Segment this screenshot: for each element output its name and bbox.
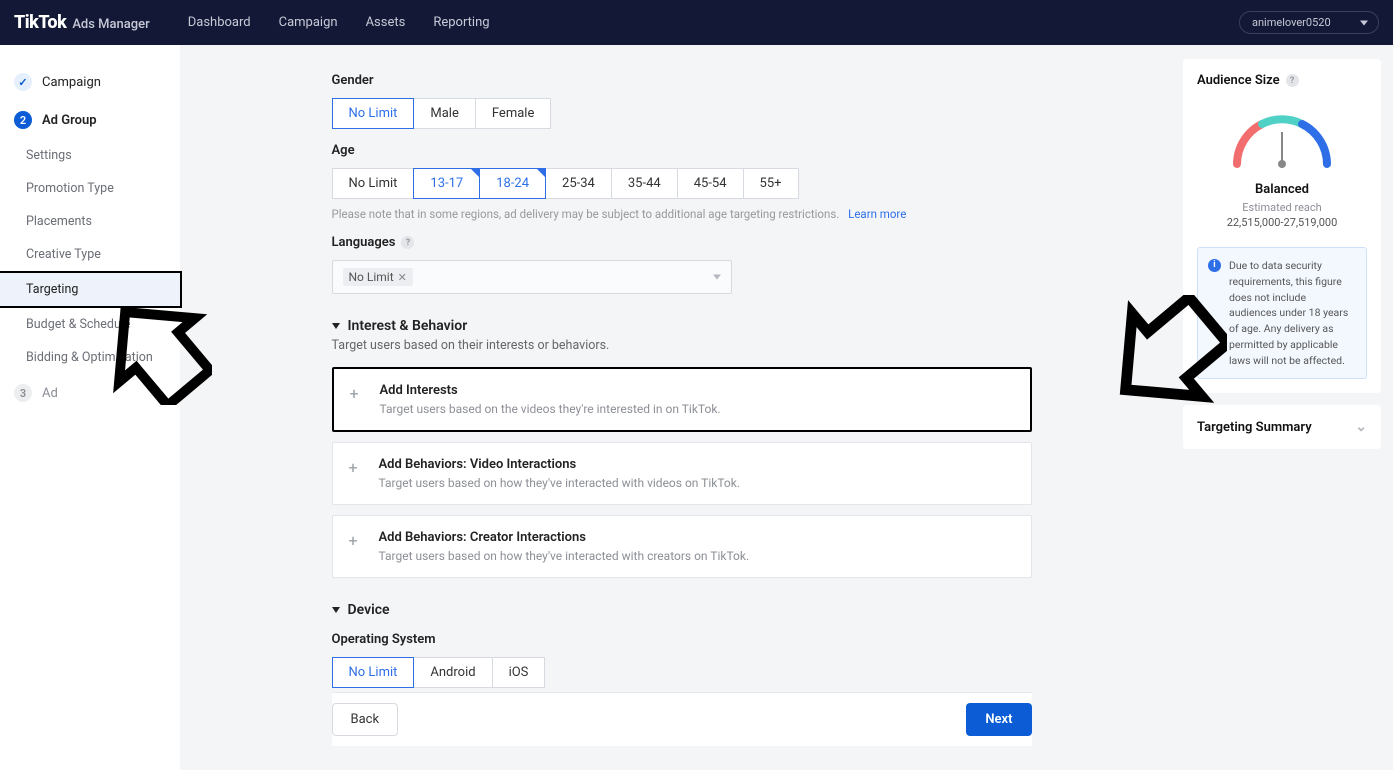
info-icon: i — [1208, 259, 1221, 272]
os-group: No Limit Android iOS — [332, 657, 1032, 688]
age-13-17[interactable]: 13-17 — [413, 168, 480, 199]
sidebar-step-adgroup[interactable]: 2 Ad Group — [0, 101, 180, 139]
age-hint: Please note that in some regions, ad del… — [332, 207, 1032, 221]
sidebar-step-ad[interactable]: 3 Ad — [0, 374, 180, 412]
card-title: Add Interests — [380, 383, 721, 398]
age-45-54[interactable]: 45-54 — [677, 168, 744, 199]
step-number-icon: 3 — [14, 384, 32, 402]
card-desc: Target users based on how they've intera… — [379, 549, 750, 563]
brand-sub: Ads Manager — [72, 17, 149, 32]
targeting-summary-panel[interactable]: Targeting Summary ⌄ — [1183, 405, 1381, 449]
remove-chip-icon[interactable]: ✕ — [398, 271, 407, 284]
audience-info-text: Due to data security requirements, this … — [1229, 258, 1356, 368]
nav-dashboard[interactable]: Dashboard — [188, 15, 251, 30]
languages-label: Languages ? — [332, 235, 1032, 250]
chevron-down-icon: ⌄ — [1355, 419, 1367, 435]
plus-icon: + — [350, 387, 364, 401]
reach-value: 22,515,000-27,519,000 — [1227, 216, 1338, 229]
account-dropdown[interactable]: animelover0520 — [1239, 11, 1379, 34]
step-number-icon: 2 — [14, 111, 32, 129]
os-label: Operating System — [332, 632, 1032, 647]
gender-label: Gender — [332, 73, 1032, 88]
age-label: Age — [332, 143, 1032, 158]
interest-title: Interest & Behavior — [348, 318, 468, 334]
plus-icon: + — [349, 461, 363, 475]
age-hint-text: Please note that in some regions, ad del… — [332, 207, 840, 221]
help-icon[interactable]: ? — [1286, 74, 1299, 87]
age-35-44[interactable]: 35-44 — [611, 168, 678, 199]
os-ios[interactable]: iOS — [492, 657, 546, 688]
sidebar-sub-budget[interactable]: Budget & Schedule — [0, 308, 180, 341]
sidebar-ad-label: Ad — [42, 386, 58, 401]
age-nolimit[interactable]: No Limit — [332, 168, 415, 199]
interest-behavior-toggle[interactable]: Interest & Behavior — [332, 318, 1032, 334]
nav-reporting[interactable]: Reporting — [433, 15, 489, 30]
top-bar: TikTok Ads Manager Dashboard Campaign As… — [0, 0, 1393, 45]
audience-title: Audience Size ? — [1197, 73, 1367, 88]
top-nav: Dashboard Campaign Assets Reporting — [188, 15, 490, 30]
nav-campaign[interactable]: Campaign — [279, 15, 338, 30]
sidebar-sub-creative[interactable]: Creative Type — [0, 238, 180, 271]
account-name: animelover0520 — [1252, 16, 1331, 29]
form-area: Gender No Limit Male Female Age No Limit… — [332, 45, 1032, 770]
age-learn-more-link[interactable]: Learn more — [848, 207, 906, 221]
age-group: No Limit 13-17 18-24 25-34 35-44 45-54 5… — [332, 168, 1032, 199]
sidebar-sub-settings[interactable]: Settings — [0, 139, 180, 172]
interest-sub: Target users based on their interests or… — [332, 338, 1032, 353]
help-icon[interactable]: ? — [401, 236, 414, 249]
device-title: Device — [348, 602, 390, 618]
audience-size-panel: Audience Size ? Balanced Estimated reach… — [1183, 59, 1381, 393]
sidebar-sub-promotion[interactable]: Promotion Type — [0, 172, 180, 205]
sidebar-step-campaign[interactable]: ✓ Campaign — [0, 63, 180, 101]
reach-label: Estimated reach — [1242, 201, 1321, 214]
gender-female[interactable]: Female — [475, 98, 551, 129]
sidebar-campaign-label: Campaign — [42, 75, 101, 90]
sidebar-sub-placements[interactable]: Placements — [0, 205, 180, 238]
device-toggle[interactable]: Device — [332, 602, 1032, 618]
card-desc: Target users based on how they've intera… — [379, 476, 741, 490]
chevron-down-icon — [713, 275, 721, 280]
summary-title: Targeting Summary — [1197, 420, 1312, 435]
gauge-status: Balanced — [1255, 182, 1309, 197]
card-title: Add Behaviors: Video Interactions — [379, 457, 741, 472]
nav-assets[interactable]: Assets — [366, 15, 406, 30]
brand-logo: TikTok — [14, 12, 66, 33]
os-nolimit[interactable]: No Limit — [332, 657, 415, 688]
add-interests-card[interactable]: + Add Interests Target users based on th… — [332, 367, 1032, 432]
gauge-icon — [1222, 104, 1342, 174]
audience-info-box: i Due to data security requirements, thi… — [1197, 247, 1367, 379]
back-button[interactable]: Back — [332, 703, 399, 736]
add-creator-behaviors-card[interactable]: + Add Behaviors: Creator Interactions Ta… — [332, 515, 1032, 578]
gender-male[interactable]: Male — [413, 98, 475, 129]
sidebar-sub-bidding[interactable]: Bidding & Optimization — [0, 341, 180, 374]
plus-icon: + — [349, 534, 363, 548]
age-55plus[interactable]: 55+ — [743, 168, 799, 199]
footer-bar: Back Next — [332, 692, 1032, 746]
brand: TikTok Ads Manager — [14, 12, 150, 33]
languages-chip: No Limit ✕ — [343, 268, 413, 286]
card-desc: Target users based on the videos they're… — [380, 402, 721, 416]
age-18-24[interactable]: 18-24 — [479, 168, 546, 199]
os-android[interactable]: Android — [413, 657, 492, 688]
caret-down-icon — [332, 607, 340, 613]
sidebar-sub-targeting[interactable]: Targeting — [0, 271, 182, 308]
languages-select[interactable]: No Limit ✕ — [332, 260, 732, 294]
caret-down-icon — [332, 323, 340, 329]
sidebar-adgroup-label: Ad Group — [42, 113, 97, 128]
age-25-34[interactable]: 25-34 — [545, 168, 612, 199]
gender-nolimit[interactable]: No Limit — [332, 98, 415, 129]
next-button[interactable]: Next — [966, 703, 1031, 736]
right-panel: Audience Size ? Balanced Estimated reach… — [1183, 45, 1393, 770]
sidebar: ✓ Campaign 2 Ad Group Settings Promotion… — [0, 45, 180, 770]
check-icon: ✓ — [14, 73, 32, 91]
card-title: Add Behaviors: Creator Interactions — [379, 530, 750, 545]
gender-group: No Limit Male Female — [332, 98, 1032, 129]
add-video-behaviors-card[interactable]: + Add Behaviors: Video Interactions Targ… — [332, 442, 1032, 505]
